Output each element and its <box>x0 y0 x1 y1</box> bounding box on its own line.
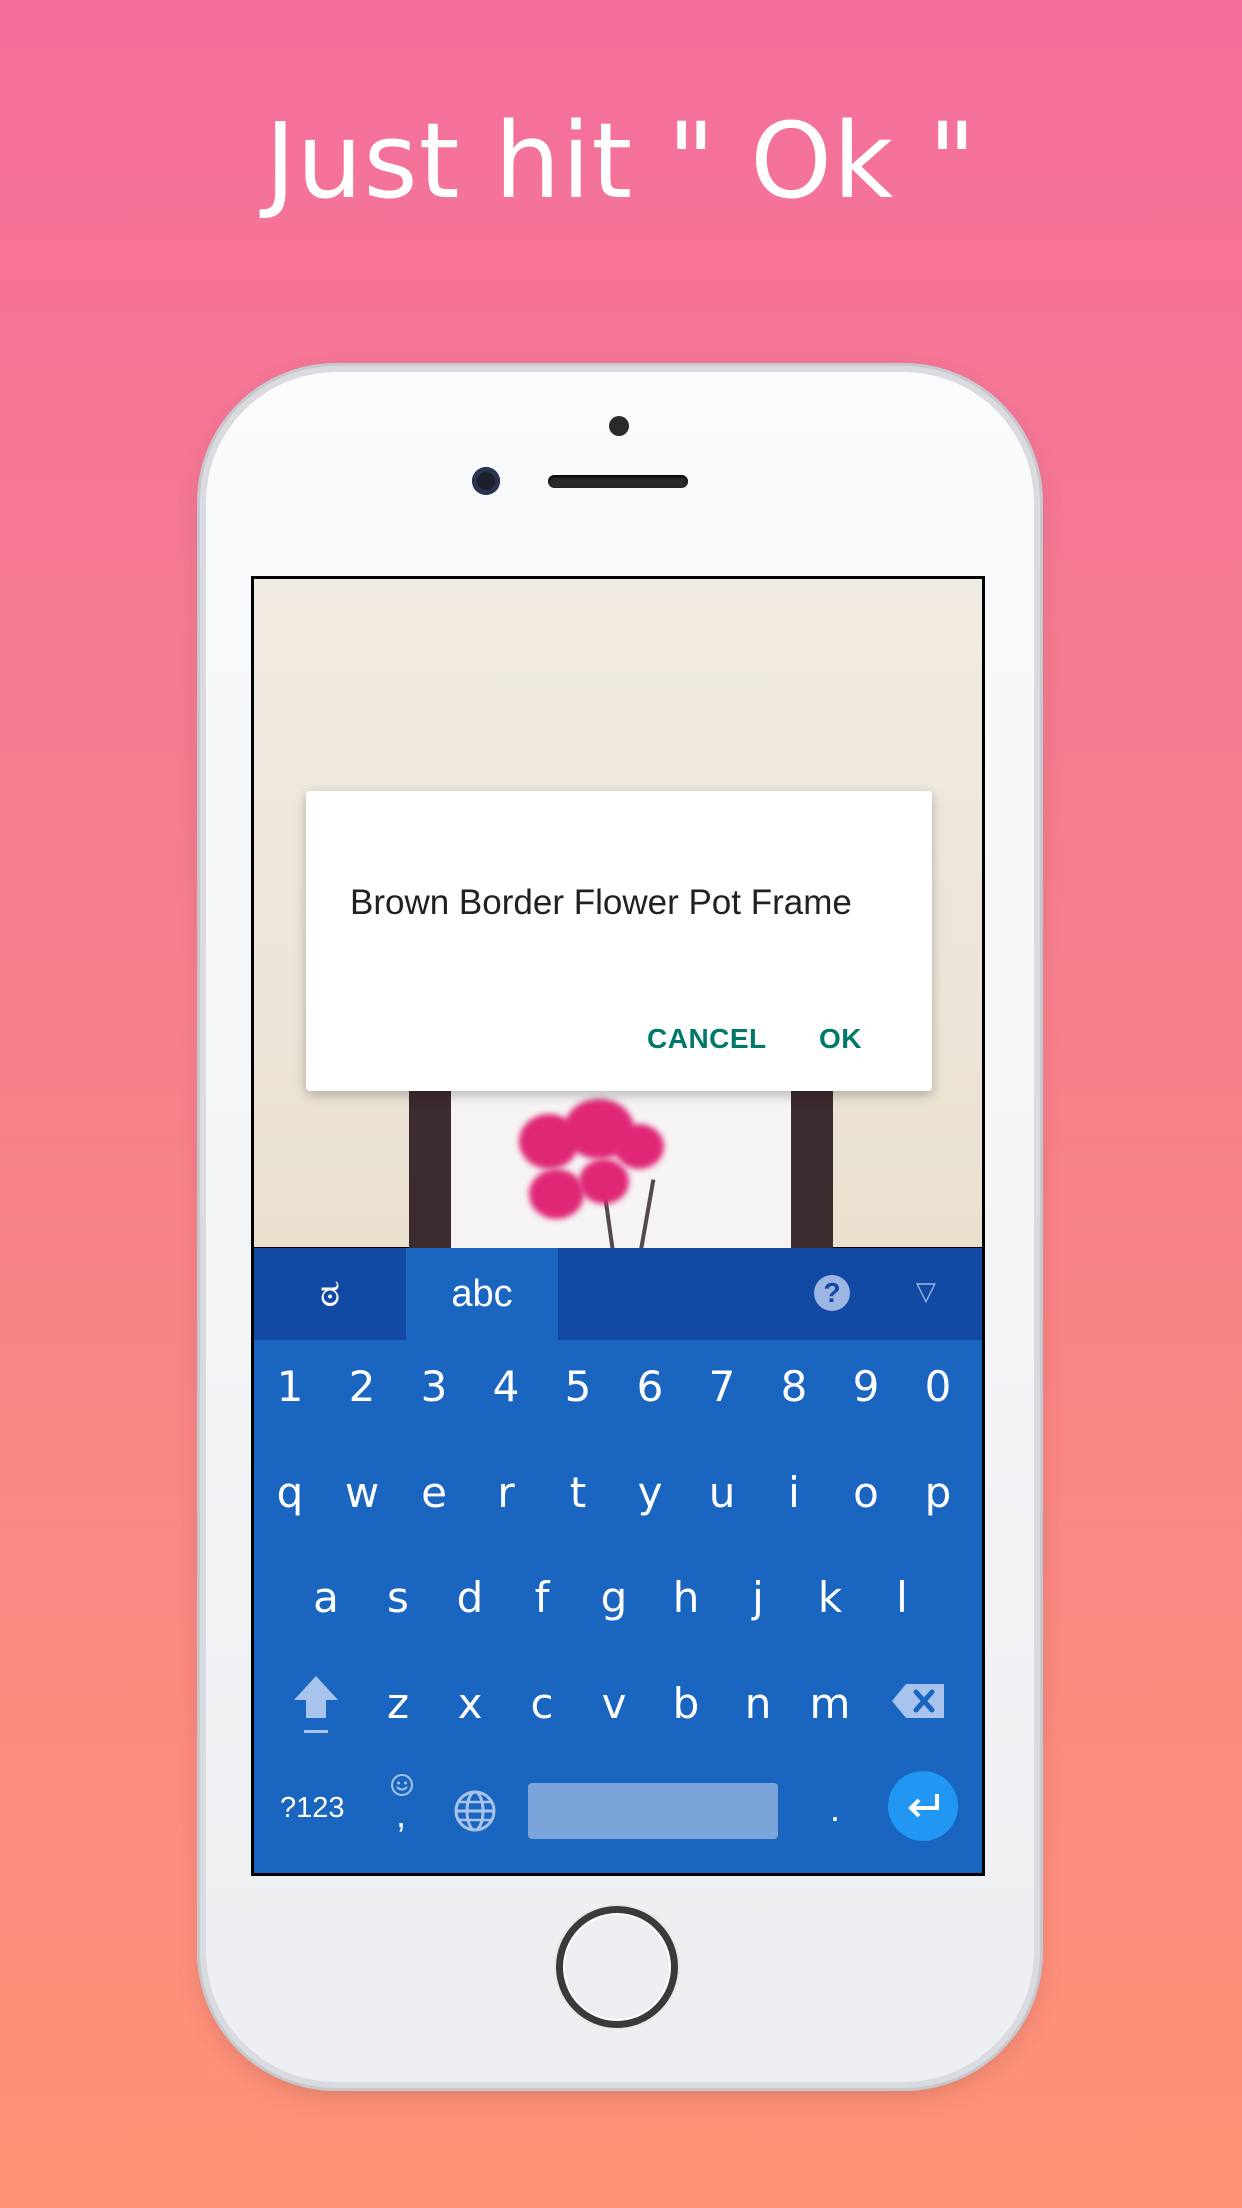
key-9[interactable]: 9 <box>830 1362 902 1411</box>
collapse-keyboard-icon[interactable]: ▽ <box>916 1276 936 1307</box>
front-camera <box>472 467 500 495</box>
globe-icon[interactable] <box>453 1789 497 1833</box>
key-v[interactable]: v <box>578 1679 650 1728</box>
earpiece-speaker <box>548 475 688 488</box>
cancel-button[interactable]: CANCEL <box>647 1023 767 1055</box>
backspace-icon[interactable] <box>890 1676 950 1726</box>
key-m[interactable]: m <box>794 1679 866 1728</box>
key-e[interactable]: e <box>398 1468 470 1517</box>
key-c[interactable]: c <box>506 1679 578 1728</box>
dialog-message: Brown Border Flower Pot Frame <box>350 883 852 922</box>
key-t[interactable]: t <box>542 1468 614 1517</box>
key-j[interactable]: j <box>722 1573 794 1622</box>
key-5[interactable]: 5 <box>542 1362 614 1411</box>
flower <box>529 1169 584 1219</box>
key-2[interactable]: 2 <box>326 1362 398 1411</box>
photo-frame-mat <box>451 1064 791 1264</box>
key-3[interactable]: 3 <box>398 1362 470 1411</box>
help-icon[interactable]: ? <box>814 1275 850 1311</box>
comma-key[interactable]: , <box>396 1794 406 1836</box>
ok-button[interactable]: OK <box>819 1023 862 1055</box>
symbols-key[interactable]: ?123 <box>280 1792 345 1825</box>
key-a[interactable]: a <box>290 1573 362 1622</box>
spacebar[interactable] <box>528 1783 778 1839</box>
key-f[interactable]: f <box>506 1573 578 1622</box>
phone-screen: Brown Border Flower Pot Frame CANCEL OK … <box>251 576 985 1876</box>
flower <box>614 1124 664 1169</box>
soft-keyboard: ಠ abc ? ▽ 1 2 3 4 5 6 7 8 9 0 q w e r t … <box>254 1248 982 1873</box>
shift-icon[interactable] <box>288 1668 344 1738</box>
key-6[interactable]: 6 <box>614 1362 686 1411</box>
key-4[interactable]: 4 <box>470 1362 542 1411</box>
frame-name-dialog: Brown Border Flower Pot Frame CANCEL OK <box>306 791 932 1091</box>
phone-mute-switch <box>198 592 206 654</box>
keyboard-toolbar: ಠ abc ? ▽ <box>254 1248 982 1340</box>
key-o[interactable]: o <box>830 1468 902 1517</box>
key-n[interactable]: n <box>722 1679 794 1728</box>
phone-power-button <box>1034 735 1042 860</box>
key-l[interactable]: l <box>866 1573 938 1622</box>
phone-volume-down <box>198 890 206 1015</box>
key-0[interactable]: 0 <box>902 1362 974 1411</box>
key-q[interactable]: q <box>254 1468 326 1517</box>
headline: Just hit " Ok " <box>264 100 978 222</box>
key-h[interactable]: h <box>650 1573 722 1622</box>
key-s[interactable]: s <box>362 1573 434 1622</box>
period-key[interactable]: . <box>830 1788 840 1830</box>
key-w[interactable]: w <box>326 1468 398 1517</box>
key-d[interactable]: d <box>434 1573 506 1622</box>
proximity-sensor <box>609 416 629 436</box>
tab-abc[interactable]: abc <box>406 1248 558 1340</box>
phone-volume-up <box>198 735 206 860</box>
key-p[interactable]: p <box>902 1468 974 1517</box>
tab-kannada[interactable]: ಠ <box>254 1248 406 1340</box>
key-7[interactable]: 7 <box>686 1362 758 1411</box>
key-b[interactable]: b <box>650 1679 722 1728</box>
enter-icon[interactable] <box>888 1771 958 1841</box>
key-1[interactable]: 1 <box>254 1362 326 1411</box>
key-k[interactable]: k <box>794 1573 866 1622</box>
key-z[interactable]: z <box>362 1679 434 1728</box>
key-i[interactable]: i <box>758 1468 830 1517</box>
home-button[interactable] <box>556 1906 678 2028</box>
key-y[interactable]: y <box>614 1468 686 1517</box>
key-8[interactable]: 8 <box>758 1362 830 1411</box>
flower <box>579 1159 629 1204</box>
key-u[interactable]: u <box>686 1468 758 1517</box>
key-g[interactable]: g <box>578 1573 650 1622</box>
key-x[interactable]: x <box>434 1679 506 1728</box>
key-r[interactable]: r <box>470 1468 542 1517</box>
